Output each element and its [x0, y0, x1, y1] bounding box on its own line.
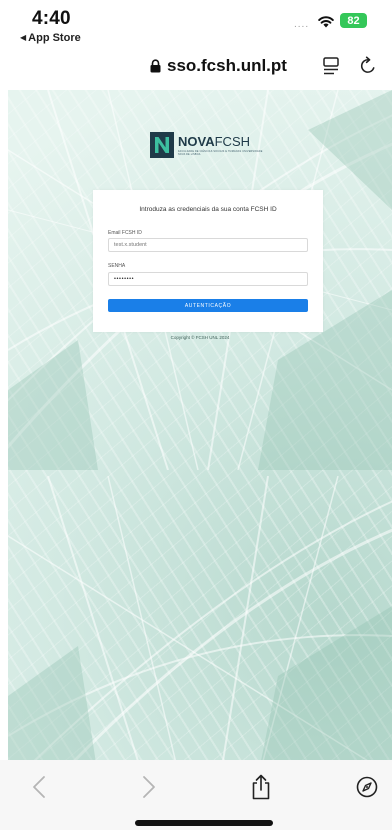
lock-icon [150, 59, 161, 73]
share-icon [252, 774, 270, 800]
password-field[interactable] [108, 272, 308, 286]
wifi-icon [318, 16, 334, 28]
logo-tagline: FACULDADE DE CIÊNCIAS SOCIAIS E HUMANAS … [178, 150, 263, 156]
cellular-signal-icon: .... [294, 19, 310, 30]
back-arrow-icon [33, 776, 45, 798]
battery-indicator: 82 [340, 13, 367, 28]
copyright-text: Copyright © FCSH UNL 2024 [170, 335, 230, 340]
home-indicator [135, 820, 273, 826]
logo-wordmark: NOVAFCSH [178, 135, 250, 149]
reload-icon[interactable] [359, 56, 378, 76]
status-time: 4:40 [32, 8, 71, 29]
login-card: Introduza as credenciais da sua conta FC… [93, 190, 323, 332]
back-to-app-link[interactable]: ◀ App Store [20, 32, 81, 44]
compass-icon [356, 776, 378, 798]
reader-mode-icon[interactable] [323, 57, 339, 75]
password-label: SENHA [108, 263, 126, 269]
background-image-bottom [8, 476, 392, 760]
logo-brand-bold: NOVA [178, 134, 215, 149]
login-heading: Introduza as credenciais da sua conta FC… [139, 206, 277, 213]
authenticate-button[interactable]: AUTENTICAÇÃO [108, 299, 308, 312]
email-field[interactable] [108, 238, 308, 252]
forward-button[interactable] [134, 772, 164, 802]
url-field[interactable]: sso.fcsh.unl.pt [150, 54, 287, 78]
email-label: Email FCSH ID [108, 230, 142, 236]
back-triangle-icon: ◀ [20, 33, 27, 42]
nova-logo-mark-icon [150, 132, 174, 158]
share-button[interactable] [246, 772, 276, 802]
back-button[interactable] [24, 772, 54, 802]
novafcsh-logo: NOVAFCSH FACULDADE DE CIÊNCIAS SOCIAIS E… [150, 132, 270, 162]
bookmarks-button[interactable] [352, 772, 382, 802]
forward-arrow-icon [143, 776, 155, 798]
back-app-label: App Store [28, 32, 81, 44]
web-page: NOVAFCSH FACULDADE DE CIÊNCIAS SOCIAIS E… [8, 90, 392, 760]
status-bar: 4:40 ◀ App Store .... 82 [0, 0, 392, 48]
address-bar[interactable]: sso.fcsh.unl.pt [0, 48, 392, 90]
logo-brand-light: FCSH [214, 134, 250, 149]
url-text: sso.fcsh.unl.pt [167, 56, 287, 75]
